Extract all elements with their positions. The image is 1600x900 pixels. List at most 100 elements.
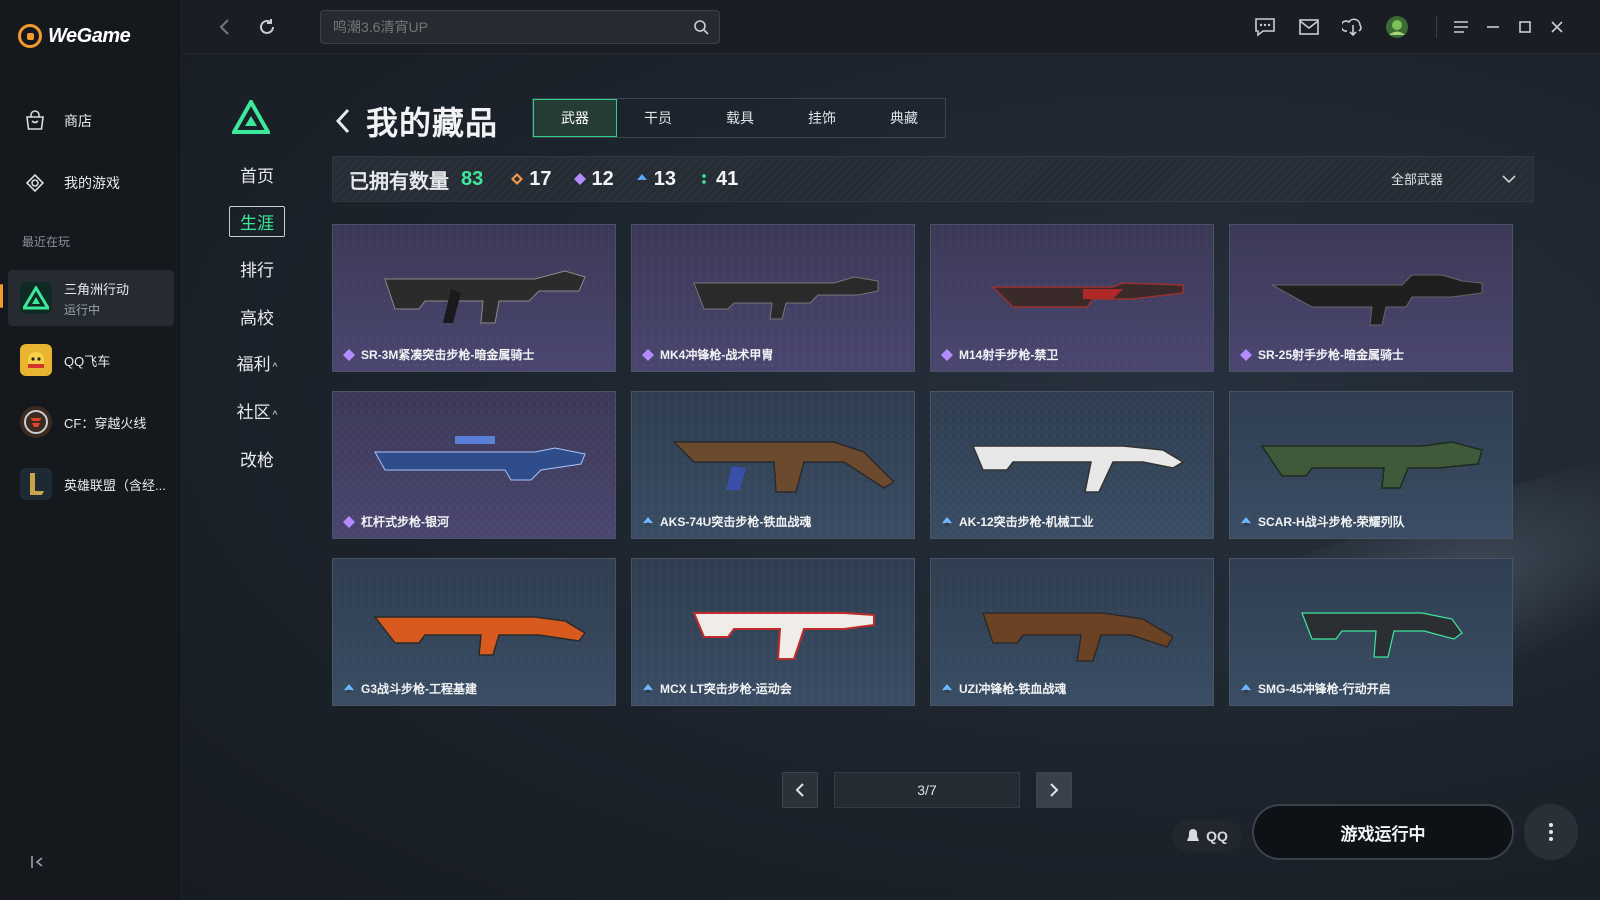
rarity-blue-icon [1241,516,1251,526]
weapon-filter-dropdown[interactable]: 全部武器 [1391,169,1517,188]
tab-weapons[interactable]: 武器 [533,99,617,137]
menu-icon[interactable] [1448,14,1474,40]
rarity-blue-icon [643,683,653,693]
weapon-caption: UZI冲锋枪-铁血战魂 [941,680,1066,697]
weapon-card[interactable]: MK4冲锋枪-战术甲胄 [631,224,915,372]
avatar-icon[interactable] [1384,14,1410,40]
rarity-blue-icon [942,516,952,526]
mail-icon[interactable] [1296,14,1322,40]
weapon-name: M14射手步枪-禁卫 [959,348,1059,362]
weapon-card[interactable]: UZI冲锋枪-铁血战魂 [930,558,1214,706]
weapon-image [373,616,587,656]
wegame-logo[interactable]: WeGame [18,24,131,48]
delta-force-icon [20,282,52,314]
game-status: 运行中 [64,302,101,317]
qq-button[interactable]: QQ [1172,820,1242,852]
weapon-card[interactable]: AK-12突击步枪-机械工业 [930,391,1214,539]
prev-page-button[interactable] [782,772,818,808]
search-input[interactable] [321,11,719,43]
tab-operators[interactable]: 干员 [617,99,699,137]
top-bar [182,0,1600,54]
game-nav-gunsmith[interactable]: 改枪 [212,446,302,471]
caret-up-icon: ^ [272,362,278,373]
weapon-card[interactable]: SR-3M紧凑突击步枪-暗金属骑士 [332,224,616,372]
close-icon[interactable] [1544,14,1570,40]
rarity-purple-icon [1240,348,1252,361]
weapon-card[interactable]: SR-25射手步枪-暗金属骑士 [1229,224,1513,372]
weapon-caption: G3战斗步枪-工程基建 [343,680,477,697]
game-nav-label: 福利 [236,355,271,374]
weapon-name: SMG-45冲锋枪-行动开启 [1258,682,1391,696]
back-icon[interactable] [212,14,238,40]
tab-collection[interactable]: 典藏 [863,99,945,137]
weapon-name: SCAR-H战斗步枪-荣耀列队 [1258,515,1405,529]
collapse-sidebar-icon[interactable] [30,854,46,870]
weapon-name: 杠杆式步枪-银河 [361,515,449,529]
qq-label: QQ [1206,828,1228,844]
weapon-card[interactable]: AKS-74U突击步枪-铁血战魂 [631,391,915,539]
rarity-purple-icon [343,348,355,361]
recent-label: 最近在玩 [22,235,71,249]
game-nav-welfare[interactable]: 福利 ^ [212,350,302,375]
weapon-card[interactable]: G3战斗步枪-工程基建 [332,558,616,706]
weapon-caption: SCAR-H战斗步枪-荣耀列队 [1240,513,1405,530]
tab-label: 武器 [561,110,589,126]
tab-vehicles[interactable]: 载具 [699,99,781,137]
delta-force-logo-icon[interactable] [230,97,272,134]
weapon-caption: SMG-45冲锋枪-行动开启 [1240,680,1391,697]
game-nav-career[interactable]: 生涯 [212,206,302,237]
download-icon[interactable] [1340,14,1366,40]
weapon-card[interactable]: SMG-45冲锋枪-行动开启 [1229,558,1513,706]
wegame-logo-icon [18,24,42,48]
game-nav-ranking[interactable]: 排行 [212,256,302,281]
weapon-card[interactable]: MCX LT突击步枪-运动会 [631,558,915,706]
weapon-image [374,436,586,481]
page-indicator: 3/7 [834,772,1020,808]
search-box[interactable] [320,10,720,44]
weapon-card[interactable]: 杠杆式步枪-银河 [332,391,616,539]
weapon-card[interactable]: SCAR-H战斗步枪-荣耀列队 [1229,391,1513,539]
next-page-button[interactable] [1036,772,1072,808]
weapon-name: MK4冲锋枪-战术甲胄 [660,348,774,362]
filter-label: 全部武器 [1390,172,1443,187]
owned-total: 83 [461,167,484,190]
game-running-button[interactable]: 游戏运行中 [1252,804,1514,860]
search-icon[interactable] [693,19,709,35]
refresh-icon[interactable] [254,14,280,40]
chat-icon[interactable] [1252,14,1278,40]
tab-charms[interactable]: 挂饰 [781,99,863,137]
weapon-image [981,612,1175,662]
store-bag-icon [22,108,48,134]
rarity-blue-icon [636,174,647,183]
weapon-caption: SR-25射手步枪-暗金属骑士 [1240,346,1404,363]
rarity-count-green: 41 [698,168,738,191]
pagination: 3/7 [782,772,1072,808]
game-nav-label: 改枪 [240,451,274,470]
qq-speed-icon [20,344,52,376]
page-back-icon[interactable] [332,106,354,136]
sidebar-item-store[interactable]: 商店 [22,108,92,134]
rarity-value: 41 [716,167,739,190]
more-options-button[interactable] [1524,804,1578,860]
minimize-icon[interactable] [1480,14,1506,40]
game-nav-community[interactable]: 社区 ^ [212,398,302,423]
weapon-card[interactable]: M14射手步枪-禁卫 [930,224,1214,372]
rarity-green-icon [702,174,706,184]
rarity-value: 12 [591,167,614,190]
rarity-blue-icon [643,516,653,526]
recent-game-crossfire[interactable]: CF：穿越火线 [8,394,174,450]
weapon-caption: M14射手步枪-禁卫 [941,346,1058,363]
sidebar-item-my-games[interactable]: 我的游戏 [22,170,120,196]
weapon-name: MCX LT突击步枪-运动会 [660,682,792,696]
recent-game-qq-speed[interactable]: QQ飞车 [8,332,174,388]
game-name: QQ飞车 [64,353,111,369]
game-nav-college[interactable]: 高校 [212,304,302,329]
maximize-icon[interactable] [1512,14,1538,40]
recent-game-league[interactable]: 英雄联盟（含经... [8,456,174,512]
stats-bar: 已拥有数量 83 17 12 13 41 全部武器 [332,156,1534,202]
rarity-orange-icon [511,173,524,185]
weapon-image [991,282,1184,308]
game-name: 三角洲行动 [64,281,130,297]
recent-game-delta-force[interactable]: 三角洲行动 运行中 [8,270,174,326]
game-nav-home[interactable]: 首页 [212,162,302,187]
